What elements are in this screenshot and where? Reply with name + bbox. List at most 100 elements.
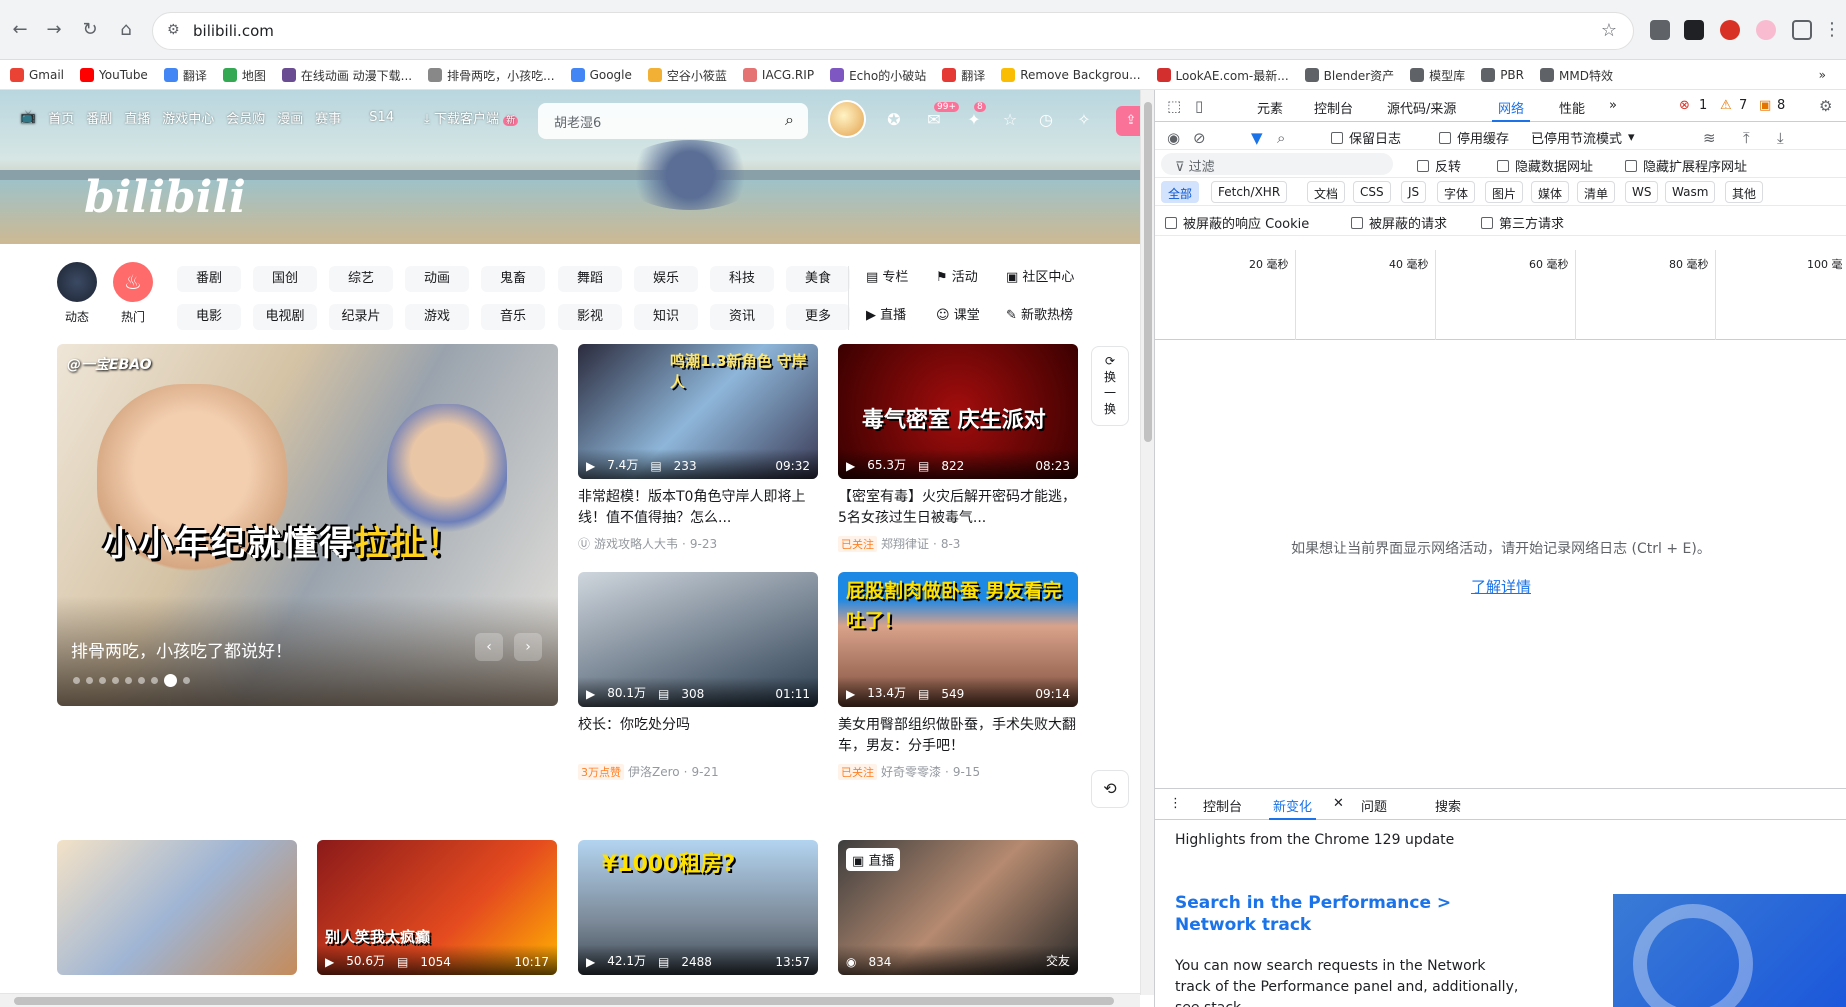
channel-chip[interactable]: 游戏 — [405, 304, 469, 330]
export-har-icon[interactable]: ⤓ — [1777, 129, 1784, 147]
download-client[interactable]: ⤓ 下载客户端 新 — [424, 108, 519, 127]
channel-chip[interactable]: 美食 — [786, 266, 850, 292]
bookmark-item[interactable]: Gmail — [10, 60, 64, 89]
video-card[interactable]: 毒气密室 庆生派对 ▶ 65.3万 ▤ 822 08:23 【密室有毒】火灾后解开密码才… — [838, 344, 1078, 552]
video-card[interactable]: 别人笑我太疯癫 ▶ 50.6万 ▤ 1054 10:17 — [317, 840, 557, 975]
carousel-dot[interactable] — [125, 677, 132, 684]
carousel-dot[interactable] — [86, 677, 93, 684]
video-title[interactable]: 校长：你吃处分吗 — [578, 715, 818, 757]
tab-console[interactable]: 控制台 — [1314, 98, 1353, 117]
video-title[interactable]: 非常超模！版本T0角色守岸人即将上线！值不值得抽？怎么... — [578, 487, 818, 529]
side-link-songs[interactable]: ✎ 新歌热榜 — [1006, 304, 1073, 323]
channel-chip[interactable]: 娱乐 — [634, 266, 698, 292]
hide-extension-urls-checkbox[interactable]: 隐藏扩展程序网址 — [1625, 156, 1747, 175]
clear-icon[interactable]: ⊘ — [1193, 129, 1206, 147]
side-link-activity[interactable]: ⚑ 活动 — [936, 266, 978, 285]
side-link-live[interactable]: ▶ 直播 — [866, 304, 906, 323]
import-har-icon[interactable]: ⤒ — [1743, 129, 1750, 147]
channel-chip[interactable]: 资讯 — [710, 304, 774, 330]
bookmark-item[interactable]: LookAE.com-最新... — [1156, 60, 1289, 89]
home-icon[interactable]: ⌂ — [112, 16, 140, 44]
side-link-community[interactable]: ▣ 社区中心 — [1006, 266, 1074, 285]
tab-performance[interactable]: 性能 — [1559, 98, 1585, 117]
bookmark-item[interactable]: Echo的小破站 — [830, 60, 926, 89]
video-thumbnail[interactable] — [57, 840, 297, 975]
channel-chip[interactable]: 科技 — [710, 266, 774, 292]
channel-chip[interactable]: 影视 — [558, 304, 622, 330]
channel-chip[interactable]: 国创 — [253, 266, 317, 292]
featured-carousel[interactable]: @一宝EBAO 小小年纪就懂得拉扯！ 排骨两吃，小孩吃了都说好！ ‹ › — [57, 344, 558, 706]
inspect-icon[interactable]: ⬚ — [1167, 97, 1181, 115]
channel-chip[interactable]: 番剧 — [177, 266, 241, 292]
channel-chip[interactable]: 音乐 — [481, 304, 545, 330]
hot-icon[interactable]: ♨ — [113, 262, 153, 302]
dynamic-icon[interactable]: ✦ 8 — [964, 102, 986, 130]
channel-chip[interactable]: 舞蹈 — [558, 266, 622, 292]
bookmark-item[interactable]: 空谷小筱蓝 — [647, 60, 727, 89]
channel-chip[interactable]: 电视剧 — [253, 304, 317, 330]
side-link-course[interactable]: ☺ 课堂 — [936, 304, 980, 323]
search-bar[interactable]: 胡老湿6 ⌕ — [538, 103, 808, 139]
bookmark-item[interactable]: PBR — [1481, 60, 1524, 89]
extension-icon[interactable] — [1684, 20, 1704, 40]
video-title[interactable]: 【密室有毒】火灾后解开密码才能逃，5名女孩过生日被毒气... — [838, 487, 1078, 529]
carousel-dot[interactable] — [99, 677, 106, 684]
reload-icon[interactable]: ↻ — [76, 16, 104, 44]
filter-input[interactable]: ⊽ 过滤 — [1161, 153, 1393, 175]
bookmark-item[interactable]: YouTube — [80, 60, 148, 89]
bookmark-item[interactable]: Remove Backgrou... — [1001, 60, 1141, 89]
channel-chip[interactable]: 动画 — [405, 266, 469, 292]
throttle-select[interactable]: 已停用节流模式 ▾ — [1531, 128, 1635, 147]
filter-type-8[interactable]: 清单 — [1577, 181, 1616, 203]
filter-type-2[interactable]: 文档 — [1307, 181, 1346, 203]
author-name[interactable]: 好奇零零漆 — [881, 763, 941, 780]
channel-chip[interactable]: 鬼畜 — [481, 266, 545, 292]
drawer-tab-issues[interactable]: 问题 — [1361, 796, 1387, 815]
tab-sources[interactable]: 源代码/来源 — [1387, 98, 1456, 117]
channel-chip[interactable]: 综艺 — [329, 266, 393, 292]
filter-type-6[interactable]: 图片 — [1485, 181, 1524, 203]
extension-icon[interactable] — [1756, 20, 1776, 40]
drawer-tab-whats-new[interactable]: 新变化 — [1268, 796, 1317, 820]
hot-label[interactable]: 热门 — [113, 308, 153, 325]
page-vertical-scrollbar[interactable] — [1140, 90, 1154, 995]
nav-s14[interactable]: S14 — [369, 110, 394, 125]
hide-data-urls-checkbox[interactable]: 隐藏数据网址 — [1497, 156, 1593, 175]
network-conditions-icon[interactable]: ≋ — [1703, 129, 1716, 147]
dynamic-label[interactable]: 动态 — [57, 308, 97, 325]
bookmark-item[interactable]: Blender资产 — [1304, 60, 1394, 89]
carousel-dot[interactable] — [138, 677, 145, 684]
carousel-caption[interactable]: 排骨两吃，小孩吃了都说好！ — [71, 637, 292, 662]
bookmark-item[interactable]: MMD特效 — [1540, 60, 1613, 89]
search-input[interactable]: 胡老湿6 — [554, 112, 601, 131]
extension-icon[interactable] — [1720, 20, 1740, 40]
carousel-dot[interactable] — [183, 677, 190, 684]
more-tabs-icon[interactable]: » — [1609, 98, 1617, 113]
favorites-icon[interactable]: ☆ — [1000, 110, 1020, 130]
video-card[interactable]: ▶ 80.1万 ▤ 308 01:11 校长：你吃处分吗 3万点赞 伊洛Zero · 9-21 — [578, 572, 818, 780]
carousel-dot[interactable] — [73, 677, 80, 684]
bookmark-item[interactable]: IACG.RIP — [742, 60, 814, 89]
live-thumbnail[interactable]: ▣ 直播 ◉ 834 交友 — [838, 840, 1078, 975]
filter-type-9[interactable]: WS — [1625, 181, 1659, 203]
filter-type-4[interactable]: JS — [1401, 181, 1427, 203]
address-bar[interactable]: ⚙ bilibili.com ☆ — [152, 12, 1634, 50]
blocked-requests-checkbox[interactable]: 被屏蔽的请求 — [1351, 213, 1447, 232]
video-thumbnail[interactable]: ¥1000租房? ▶ 42.1万 ▤ 2488 13:57 — [578, 840, 818, 975]
carousel-dot-active[interactable] — [164, 674, 177, 687]
page-horizontal-scrollbar[interactable] — [0, 993, 1140, 1007]
video-card[interactable]: 屁股割肉做卧蚕 男友看完吐了！ ▶ 13.4万 ▤ 549 09:14 美女用臀部组织做… — [838, 572, 1078, 780]
search-icon[interactable]: ⌕ — [1277, 129, 1285, 147]
filter-type-3[interactable]: CSS — [1353, 181, 1391, 203]
bookmark-item[interactable]: 排骨两吃，小孩吃... — [428, 60, 555, 89]
more-bookmarks-icon[interactable]: » — [1819, 60, 1826, 89]
refresh-button[interactable]: ⟳ 换一换 — [1091, 346, 1129, 426]
carousel-prev-button[interactable]: ‹ — [475, 633, 503, 661]
side-link-column[interactable]: ▤ 专栏 — [866, 266, 908, 285]
nav-shop[interactable]: 会员购 — [226, 108, 265, 127]
video-thumbnail[interactable]: 屁股割肉做卧蚕 男友看完吐了！ ▶ 13.4万 ▤ 549 09:14 — [838, 572, 1078, 707]
filter-type-7[interactable]: 媒体 — [1531, 181, 1570, 203]
blocked-cookies-checkbox[interactable]: 被屏蔽的响应 Cookie — [1165, 213, 1309, 232]
video-card[interactable] — [57, 840, 297, 975]
device-toolbar-icon[interactable]: ▯ — [1195, 97, 1203, 115]
